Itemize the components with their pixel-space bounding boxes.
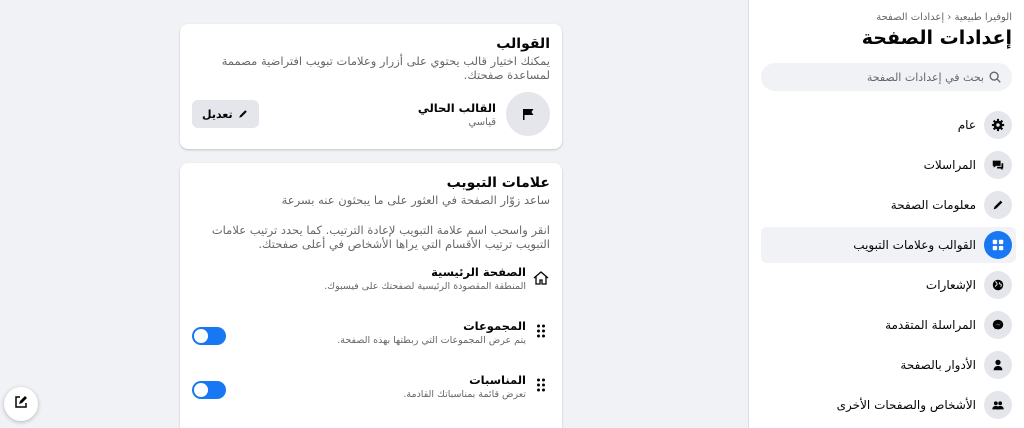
messenger-icon xyxy=(984,311,1012,339)
tab-name: المجموعات xyxy=(463,319,526,333)
templates-description: يمكنك اختيار قالب يحتوي على أزرار وعلاما… xyxy=(221,54,550,82)
sidebar-item-label: الأشخاص والصفحات الأخرى xyxy=(836,398,976,412)
breadcrumb[interactable]: الوفيرا طبيعية ‹ إعدادات الصفحة xyxy=(749,0,1024,23)
events-toggle[interactable] xyxy=(192,381,226,399)
current-template-row: القالب الحالي قياسي تعديل xyxy=(192,92,550,136)
sidebar-item-label: المراسلات xyxy=(923,158,976,172)
sidebar-item-people-pages[interactable]: الأشخاص والصفحات الأخرى xyxy=(761,387,1016,423)
tabs-subtitle: ساعد زوّار الصفحة في العثور على ما يبحثو… xyxy=(281,193,550,207)
templates-title: القوالب xyxy=(496,36,550,52)
tab-row-home[interactable]: الصفحة الرئيسية المنطقة المقصودة الرئيسي… xyxy=(180,265,562,305)
templates-card: القوالب يمكنك اختيار قالب يحتوي على أزرا… xyxy=(180,24,562,149)
tab-name: المناسبات xyxy=(469,373,526,387)
sidebar-item-label: عام xyxy=(957,118,976,132)
search-placeholder: بحث في إعدادات الصفحة xyxy=(866,70,984,84)
sidebar-item-page-roles[interactable]: الأدوار بالصفحة xyxy=(761,347,1016,383)
current-template-label: القالب الحالي xyxy=(417,100,496,115)
page-title: إعدادات الصفحة xyxy=(861,27,1012,49)
tab-description: المنطقة المقصودة الرئيسية لصفحتك على فيس… xyxy=(324,281,526,292)
sidebar-item-notifications[interactable]: الإشعارات xyxy=(761,267,1016,303)
globe-icon xyxy=(984,271,1012,299)
sidebar-item-label: المراسلة المتقدمة xyxy=(885,318,976,332)
edit-template-button[interactable]: تعديل xyxy=(192,100,259,128)
compose-icon xyxy=(13,394,29,414)
groups-toggle[interactable] xyxy=(192,327,226,345)
tabs-title: علامات التبويب xyxy=(446,175,550,191)
person-icon xyxy=(984,351,1012,379)
sidebar-item-templates-tabs[interactable]: القوالب وعلامات التبويب xyxy=(761,227,1016,263)
grid-icon xyxy=(984,231,1012,259)
search-icon xyxy=(988,70,1002,84)
search-input[interactable]: بحث في إعدادات الصفحة xyxy=(761,63,1012,91)
sidebar-item-general[interactable]: عام xyxy=(761,107,1016,143)
tabs-instructions: انقر واسحب اسم علامة التبويب لإعادة التر… xyxy=(211,223,550,251)
sidebar-item-label: معلومات الصفحة xyxy=(890,198,976,212)
sidebar-item-label: الإشعارات xyxy=(925,278,976,292)
new-message-button[interactable] xyxy=(4,387,38,421)
sidebar-item-page-info[interactable]: معلومات الصفحة xyxy=(761,187,1016,223)
pencil-icon xyxy=(237,108,249,120)
flag-icon xyxy=(506,92,550,136)
people-icon xyxy=(984,391,1012,419)
tab-description: يتم عرض المجموعات التي ربطتها بهذه الصفح… xyxy=(337,335,526,346)
drag-handle-icon[interactable] xyxy=(532,373,550,393)
settings-sidebar: الوفيرا طبيعية ‹ إعدادات الصفحة إعدادات … xyxy=(748,0,1024,428)
drag-handle-icon[interactable] xyxy=(532,319,550,339)
sidebar-item-label: القوالب وعلامات التبويب xyxy=(853,238,976,252)
tab-name: الصفحة الرئيسية xyxy=(431,265,526,279)
home-icon xyxy=(532,265,550,287)
chat-icon xyxy=(984,151,1012,179)
edit-button-label: تعديل xyxy=(202,107,233,121)
sidebar-item-advanced-messaging[interactable]: المراسلة المتقدمة xyxy=(761,307,1016,343)
tab-row-events[interactable]: المناسبات تعرض قائمة بمناسباتك القادمة. xyxy=(180,373,562,413)
gear-icon xyxy=(984,111,1012,139)
sidebar-item-label: الأدوار بالصفحة xyxy=(900,358,976,372)
tab-description: تعرض قائمة بمناسباتك القادمة. xyxy=(403,389,526,400)
tab-row-groups[interactable]: المجموعات يتم عرض المجموعات التي ربطتها … xyxy=(180,319,562,359)
pencil-icon xyxy=(984,191,1012,219)
sidebar-item-messaging[interactable]: المراسلات xyxy=(761,147,1016,183)
current-template-value: قياسي xyxy=(468,116,496,128)
tabs-card: علامات التبويب ساعد زوّار الصفحة في العث… xyxy=(180,163,562,428)
sidebar-nav: عام المراسلات معلومات الصفحة القوالب وعل… xyxy=(749,107,1024,423)
